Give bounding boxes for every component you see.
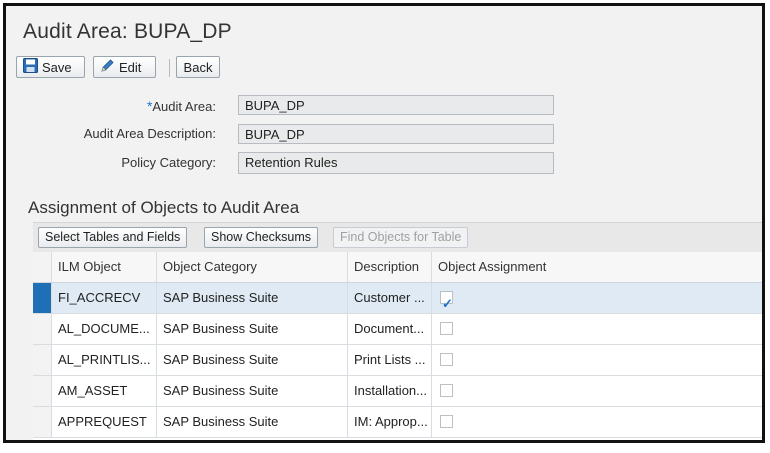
policy-category-label: Policy Category:: [121, 155, 216, 170]
object-assignment-checkbox[interactable]: [440, 384, 453, 397]
object-category-cell: SAP Business Suite: [157, 283, 348, 313]
assignment-toolbar: Select Tables and Fields Show Checksums …: [33, 222, 762, 253]
show-checksums-button[interactable]: Show Checksums: [204, 227, 319, 248]
ilm-object-cell: APPREQUEST: [52, 407, 157, 437]
edit-button[interactable]: Edit: [93, 56, 156, 78]
ilm-object-cell: AM_ASSET: [52, 376, 157, 406]
object-category-cell: SAP Business Suite: [157, 314, 348, 344]
object-assignment-cell: [432, 376, 762, 406]
object-assignment-cell: [432, 314, 762, 344]
row-selector[interactable]: [33, 283, 52, 313]
save-icon: [23, 58, 38, 76]
select-all-cell[interactable]: [33, 252, 52, 282]
column-header-ilm-object[interactable]: ILM Object: [52, 252, 157, 282]
description-cell: IM: Approp...: [348, 407, 432, 437]
table-row[interactable]: APPREQUEST SAP Business Suite IM: Approp..…: [33, 407, 762, 438]
description-cell: Document...: [348, 314, 432, 344]
row-selector[interactable]: [33, 314, 52, 344]
pencil-icon: [100, 58, 115, 76]
table-row[interactable]: AM_ASSET SAP Business Suite Installation..…: [33, 376, 762, 407]
page-title: Audit Area: BUPA_DP: [23, 20, 232, 43]
ilm-object-cell: FI_ACCRECV: [52, 283, 157, 313]
ilm-object-cell: AL_PRINTLIS...: [52, 345, 157, 375]
description-cell: Customer ...: [348, 283, 432, 313]
object-assignment-checkbox[interactable]: ✓: [440, 291, 453, 311]
back-button-label: Back: [183, 59, 213, 75]
description-cell: Print Lists ...: [348, 345, 432, 375]
object-assignment-checkbox[interactable]: [440, 353, 453, 366]
object-category-cell: SAP Business Suite: [157, 407, 348, 437]
column-header-object-assignment[interactable]: Object Assignment: [432, 252, 762, 282]
ilm-object-cell: AL_DOCUME...: [52, 314, 157, 344]
audit-area-field[interactable]: BUPA_DP: [238, 95, 554, 115]
find-objects-button[interactable]: Find Objects for Table: [333, 227, 469, 248]
save-button[interactable]: Save: [16, 56, 85, 78]
back-button[interactable]: Back: [176, 56, 220, 78]
assignment-section-title: Assignment of Objects to Audit Area: [28, 198, 300, 217]
table-row[interactable]: FI_ACCRECV SAP Business Suite Customer ...…: [33, 283, 762, 314]
object-assignment-cell: [432, 345, 762, 375]
object-category-cell: SAP Business Suite: [157, 376, 348, 406]
description-cell: Installation...: [348, 376, 432, 406]
row-selector[interactable]: [33, 345, 52, 375]
column-header-description[interactable]: Description: [348, 252, 432, 282]
checkmark-icon: ✓: [442, 296, 453, 311]
save-button-label: Save: [42, 59, 72, 75]
select-tables-button[interactable]: Select Tables and Fields: [38, 227, 188, 248]
object-assignment-cell: ✓: [432, 283, 762, 313]
object-assignment-cell: [432, 407, 762, 437]
table-header-row: ILM Object Object Category Description O…: [33, 252, 762, 283]
row-selector[interactable]: [33, 376, 52, 406]
column-header-object-category[interactable]: Object Category: [157, 252, 348, 282]
audit-area-description-field[interactable]: BUPA_DP: [238, 124, 554, 144]
row-selector[interactable]: [33, 407, 52, 437]
toolbar-separator: [169, 59, 170, 77]
object-assignment-checkbox[interactable]: [440, 322, 453, 335]
app-window: Audit Area: BUPA_DP Save Edit Back *Audi…: [3, 3, 765, 443]
audit-area-label: *Audit Area:: [146, 98, 216, 114]
audit-area-form: *Audit Area: BUPA_DP Audit Area Descript…: [6, 86, 762, 186]
table-row[interactable]: AL_PRINTLIS... SAP Business Suite Print Li…: [33, 345, 762, 376]
object-assignment-checkbox[interactable]: [440, 415, 453, 428]
objects-table: ILM Object Object Category Description O…: [33, 252, 762, 440]
policy-category-field[interactable]: Retention Rules: [238, 152, 554, 174]
object-category-cell: SAP Business Suite: [157, 345, 348, 375]
audit-area-description-label: Audit Area Description:: [83, 126, 216, 141]
table-row[interactable]: AL_DOCUME... SAP Business Suite Document..…: [33, 314, 762, 345]
edit-button-label: Edit: [119, 59, 142, 75]
